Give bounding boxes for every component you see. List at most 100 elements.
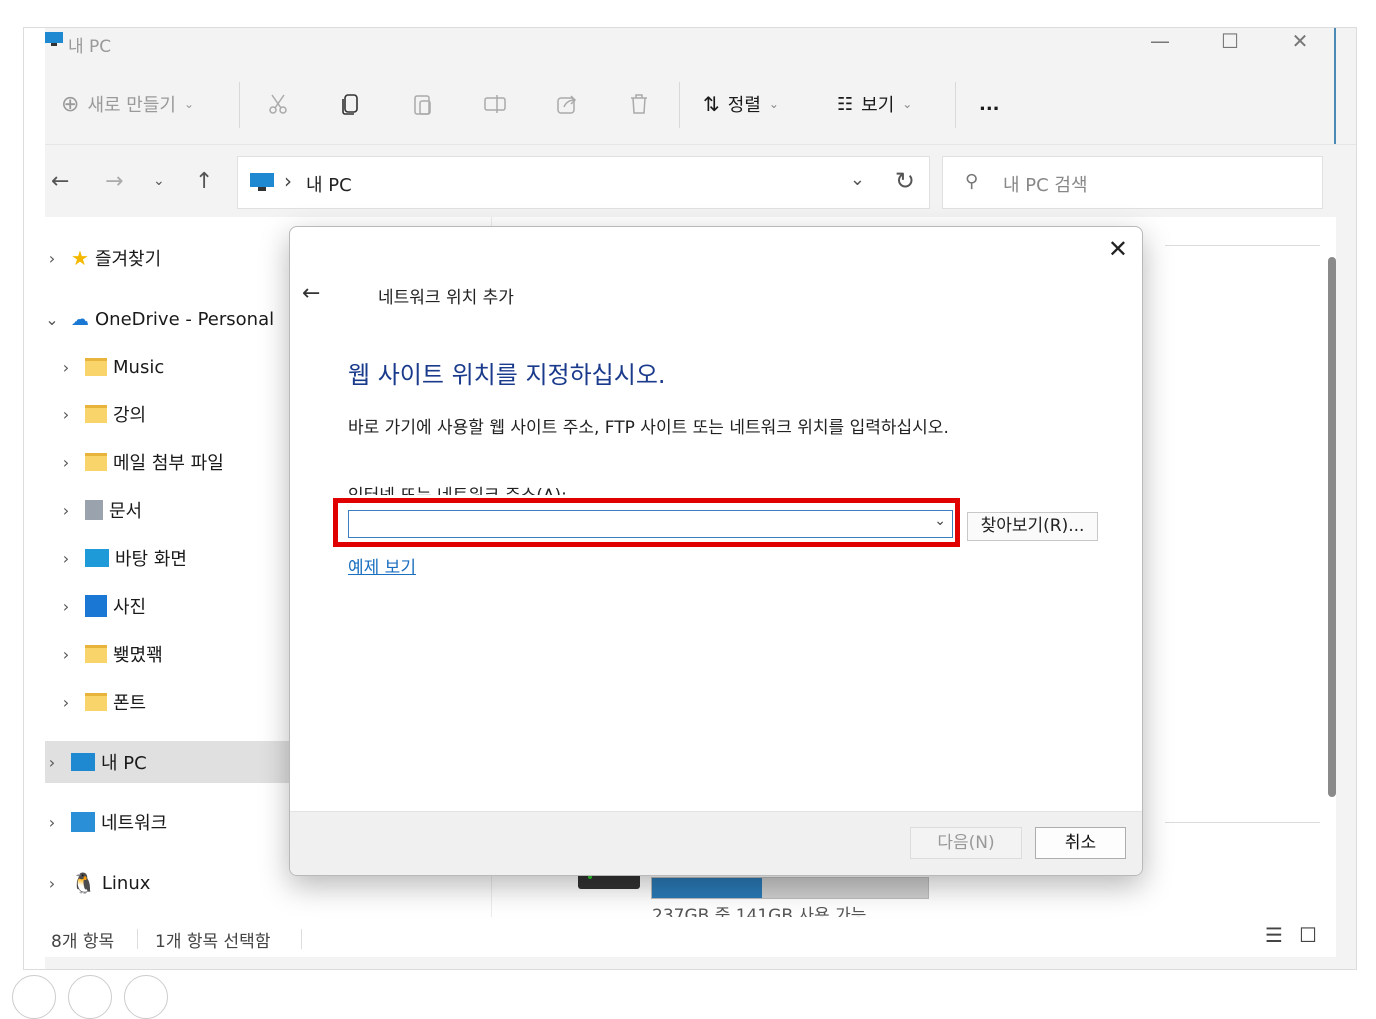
computer-icon: [45, 32, 63, 46]
address-path: 내 PC: [306, 175, 352, 196]
close-icon[interactable]: ✕: [1108, 235, 1128, 263]
new-label: 새로 만들기: [87, 95, 176, 116]
expand-chevron-icon[interactable]: ›: [45, 249, 59, 268]
sort-button[interactable]: ⇅ 정렬 ⌄: [703, 88, 779, 120]
sidebar-item-label: 바탕 화면: [115, 549, 187, 570]
next-button[interactable]: 다음(N): [910, 827, 1022, 859]
vertical-scrollbar[interactable]: [1328, 257, 1336, 797]
cancel-button[interactable]: 취소: [1035, 827, 1126, 859]
close-window-button[interactable]: ✕: [1270, 28, 1330, 56]
annotation-highlight-box: [333, 498, 960, 547]
toolbar-divider: [679, 82, 680, 128]
up-arrow-icon[interactable]: ↑: [195, 169, 213, 194]
collapse-chevron-icon[interactable]: ⌄: [45, 310, 59, 329]
breadcrumb-chevron-icon: ›: [284, 169, 292, 193]
penguin-icon: 🐧: [71, 871, 96, 895]
copy-button[interactable]: [339, 88, 363, 120]
folder-icon: [85, 453, 107, 471]
sidebar-item-label: Music: [113, 356, 165, 378]
address-bar[interactable]: › 내 PC ⌄ ↻: [237, 156, 930, 209]
navigation-bar: ← → ⌄ ↑ › 내 PC ⌄ ↻ ⚲ 내 PC 검색: [45, 144, 1356, 216]
expand-chevron-icon[interactable]: ›: [45, 874, 59, 893]
sidebar-item-label: Linux: [101, 872, 151, 894]
expand-chevron-icon[interactable]: ›: [59, 453, 73, 472]
section-divider: [1165, 245, 1320, 246]
maximize-button[interactable]: ☐: [1200, 28, 1260, 56]
expand-chevron-icon[interactable]: ›: [59, 597, 73, 616]
forward-arrow-icon[interactable]: →: [105, 169, 123, 194]
tiles-view-icon[interactable]: ☐: [1299, 923, 1317, 947]
title-bar: 내 PC — ☐ ✕: [45, 28, 1356, 60]
back-arrow-icon[interactable]: ←: [302, 281, 320, 306]
expand-chevron-icon[interactable]: ›: [59, 358, 73, 377]
expand-chevron-icon[interactable]: ›: [59, 549, 73, 568]
sidebar-item-label: 강의: [113, 405, 147, 426]
browse-button[interactable]: 찾아보기(R)...: [967, 512, 1098, 541]
folder-icon: [85, 645, 107, 663]
share-icon: [557, 95, 577, 114]
expand-chevron-icon[interactable]: ›: [59, 645, 73, 664]
bottom-circle-button[interactable]: [68, 975, 112, 1019]
bottom-circle-button[interactable]: [12, 975, 56, 1019]
clipboard-icon: [414, 95, 431, 115]
folder-icon: [85, 405, 107, 423]
dialog-title: 네트워크 위치 추가: [378, 288, 514, 308]
rename-icon: [484, 95, 506, 113]
minimize-button[interactable]: —: [1130, 28, 1190, 56]
command-bar: ⊕ 새로 만들기 ⌄ ⇅ 정렬 ⌄ ☷ 보기 ⌄ ...: [45, 76, 1336, 134]
trash-icon: [631, 94, 647, 114]
item-count: 8개 항목: [51, 932, 115, 952]
expand-chevron-icon[interactable]: ›: [45, 813, 59, 832]
search-icon: ⚲: [965, 171, 979, 192]
chevron-down-icon: ⌄: [183, 97, 195, 111]
cut-button[interactable]: [267, 88, 291, 120]
view-button[interactable]: ☷ 보기 ⌄: [837, 88, 912, 120]
address-dropdown-icon[interactable]: ⌄: [850, 169, 865, 190]
search-placeholder: 내 PC 검색: [1003, 175, 1088, 196]
sidebar-item-label: 뵂몄꽦: [113, 645, 163, 666]
folder-icon: [85, 693, 107, 711]
sidebar-item-label: 네트워크: [101, 813, 168, 834]
recent-chevron-icon[interactable]: ⌄: [153, 173, 165, 189]
delete-button[interactable]: [627, 88, 651, 120]
share-button[interactable]: [555, 88, 579, 120]
selection-count: 1개 항목 선택함: [155, 932, 271, 952]
toolbar-divider: [239, 82, 240, 128]
bottom-circle-button[interactable]: [124, 975, 168, 1019]
details-view-icon[interactable]: ☰: [1265, 923, 1283, 947]
desktop-icon: [85, 549, 109, 567]
toolbar-divider: [955, 82, 956, 128]
scissors-icon: [269, 94, 287, 114]
sidebar-item-label: OneDrive - Personal: [95, 308, 275, 330]
new-button[interactable]: ⊕ 새로 만들기 ⌄: [61, 88, 194, 120]
back-arrow-icon[interactable]: ←: [51, 169, 69, 194]
status-divider: [301, 929, 302, 949]
window-left-edge: [24, 28, 45, 969]
sidebar-item-label: 즐겨찾기: [94, 249, 162, 270]
computer-icon: [71, 753, 95, 771]
dialog-footer: 다음(N) 취소: [290, 811, 1142, 875]
sidebar-item-label: 문서: [109, 501, 143, 522]
expand-chevron-icon[interactable]: ›: [59, 693, 73, 712]
expand-chevron-icon[interactable]: ›: [59, 405, 73, 424]
more-options-button[interactable]: ...: [979, 88, 1000, 120]
paste-button[interactable]: [411, 88, 435, 120]
star-icon: ★: [71, 246, 89, 270]
sidebar-item-label: 메일 첨부 파일: [113, 453, 224, 474]
examples-link[interactable]: 예제 보기: [348, 553, 416, 578]
chevron-down-icon: ⌄: [768, 97, 779, 111]
address-field-label: 인터넷 또는 네트워크 주소(A):: [348, 481, 567, 495]
search-box[interactable]: ⚲ 내 PC 검색: [942, 156, 1323, 209]
rename-button[interactable]: [483, 88, 507, 120]
expand-chevron-icon[interactable]: ›: [59, 501, 73, 520]
picture-icon: [85, 595, 107, 617]
refresh-icon[interactable]: ↻: [895, 167, 915, 195]
disk-usage-bar: [651, 877, 929, 899]
disk-usage-fill: [652, 878, 763, 898]
section-divider: [1165, 822, 1320, 823]
add-network-location-dialog: ✕ ← 네트워크 위치 추가 웹 사이트 위치를 지정하십시오. 바로 가기에 …: [289, 226, 1143, 876]
expand-chevron-icon[interactable]: ›: [45, 753, 59, 772]
copy-icon: [342, 94, 358, 115]
sidebar-item-label: 사진: [113, 597, 147, 618]
computer-icon: [250, 173, 274, 191]
